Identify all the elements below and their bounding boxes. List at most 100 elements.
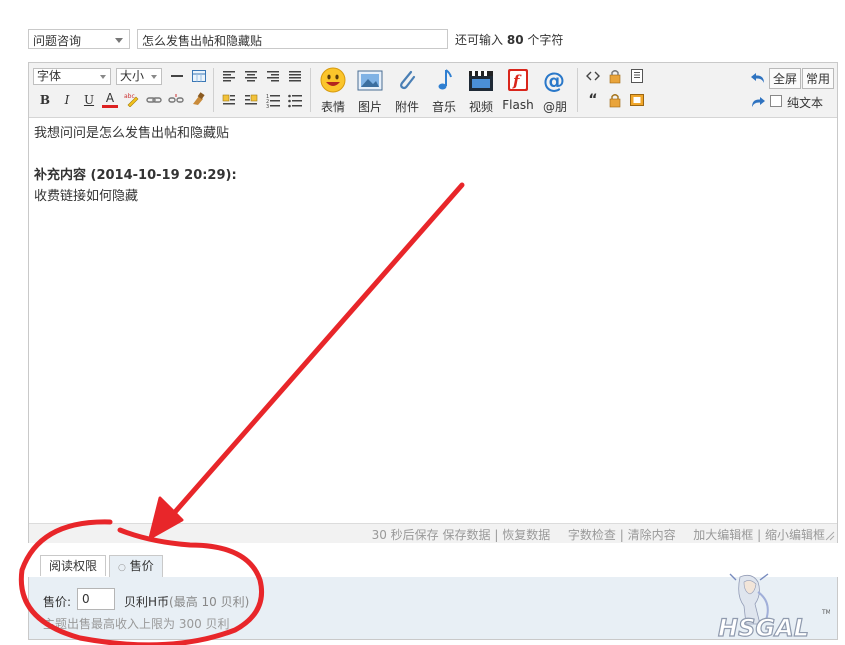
category-select[interactable]: 问题咨询: [28, 29, 130, 49]
flash-button[interactable]: f Flash: [501, 65, 535, 115]
unordered-list-icon[interactable]: [287, 92, 303, 108]
price-label: 售价:: [43, 595, 72, 609]
price-max-note: (最高 10 贝利): [169, 595, 250, 609]
restore-data-link[interactable]: 恢复数据: [502, 526, 550, 543]
content-line: 我想问问是怎么发售出帖和隐藏贴: [34, 126, 230, 141]
svg-text:@: @: [543, 69, 565, 93]
align-right-icon[interactable]: [265, 68, 281, 84]
site-logo: HSGAL TM: [717, 573, 830, 642]
clear-content-link[interactable]: 清除内容: [628, 526, 676, 543]
image-button[interactable]: 图片: [353, 65, 387, 115]
clapperboard-icon: [467, 67, 495, 93]
justify-icon[interactable]: [287, 68, 303, 84]
ordered-list-icon[interactable]: 123: [265, 92, 281, 110]
svg-text:abc: abc: [124, 93, 135, 100]
content-line: 收费链接如何隐藏: [34, 189, 139, 204]
free-content-icon[interactable]: [629, 92, 645, 108]
char-counter-count: 80: [506, 33, 524, 47]
smiley-icon: [319, 67, 347, 93]
quote-icon[interactable]: “: [585, 92, 601, 108]
music-label: 音乐: [431, 100, 456, 114]
underline-button[interactable]: U: [81, 92, 97, 108]
hide-content-icon[interactable]: [607, 68, 623, 84]
editor-content[interactable]: 我想问问是怎么发售出帖和隐藏贴 补充内容 (2014-10-19 20:29):…: [34, 123, 824, 207]
float-left-icon[interactable]: [221, 92, 237, 108]
mention-button[interactable]: @ @朋: [538, 65, 572, 115]
plaintext-label: 纯文本: [787, 96, 824, 110]
plaintext-checkbox[interactable]: [770, 95, 782, 107]
price-hint: 主题出售最高收入上限为 300 贝利: [43, 617, 230, 631]
lock-icon[interactable]: [607, 92, 623, 108]
font-select-value: 字体: [37, 69, 62, 83]
tab-sell[interactable]: ○ 售价: [109, 555, 163, 577]
font-select[interactable]: 字体: [33, 68, 111, 85]
image-label: 图片: [357, 100, 382, 114]
chevron-down-icon: [151, 75, 157, 79]
save-data-link[interactable]: 保存数据: [442, 526, 490, 543]
resize-grip-icon[interactable]: [825, 531, 835, 541]
enlarge-editor-link[interactable]: 加大编辑框: [693, 526, 753, 543]
chevron-down-icon: [100, 75, 106, 79]
status-separator: |: [757, 528, 762, 542]
emoticon-label: 表情: [320, 100, 345, 114]
table-icon[interactable]: [191, 68, 207, 84]
at-sign-icon: @: [541, 67, 569, 94]
svg-text:TM: TM: [821, 609, 830, 616]
fullscreen-button[interactable]: 全屏: [769, 68, 802, 89]
size-select-value: 大小: [120, 69, 145, 83]
music-button[interactable]: 音乐: [427, 65, 461, 115]
word-count-link[interactable]: 字数检查: [568, 526, 616, 543]
subject-value: 怎么发售出帖和隐藏贴: [142, 34, 263, 48]
status-separator: |: [619, 528, 624, 542]
common-button[interactable]: 常用: [802, 68, 835, 89]
price-unit-text: 贝利H币: [124, 595, 170, 609]
music-note-icon: [430, 67, 458, 93]
align-left-icon[interactable]: [221, 68, 237, 84]
toolbar-separator: [310, 68, 311, 112]
svg-text:HSGAL: HSGAL: [718, 614, 809, 642]
char-counter: 还可输入 80 个字符: [455, 31, 563, 48]
tab-bullet: ○: [118, 563, 126, 573]
autosave-text: 30 秒后保存: [371, 528, 439, 542]
attachment-button[interactable]: 附件: [390, 65, 424, 115]
size-select[interactable]: 大小: [116, 68, 162, 85]
price-input[interactable]: 0: [77, 588, 115, 610]
subject-input[interactable]: 怎么发售出帖和隐藏贴: [137, 29, 448, 49]
shrink-editor-link[interactable]: 缩小编辑框: [765, 526, 825, 543]
svg-text:3: 3: [266, 104, 269, 108]
link-icon[interactable]: [146, 92, 162, 108]
editor-statusbar: 30 秒后保存 保存数据 | 恢复数据 字数检查 | 清除内容 加大编辑框 | …: [29, 523, 837, 543]
highlight-icon[interactable]: abc: [124, 91, 140, 108]
font-color-button[interactable]: A: [102, 92, 118, 108]
code-icon[interactable]: [585, 68, 601, 84]
italic-button[interactable]: I: [59, 92, 75, 108]
chevron-down-icon: [115, 38, 123, 43]
tab-read-permission[interactable]: 阅读权限: [40, 555, 107, 576]
horizontal-rule-icon[interactable]: [169, 68, 185, 84]
supplement-header: 补充内容 (2014-10-19 20:29):: [34, 168, 237, 183]
status-separator: |: [494, 528, 499, 542]
float-right-icon[interactable]: [243, 92, 259, 108]
char-counter-suffix: 个字符: [527, 33, 564, 47]
flash-icon: f: [504, 67, 532, 93]
price-unit: 贝利H币(最高 10 贝利): [124, 593, 249, 610]
char-counter-prefix: 还可输入: [455, 33, 504, 47]
attachment-label: 附件: [394, 100, 419, 114]
image-icon: [356, 67, 384, 93]
clear-format-icon[interactable]: [190, 91, 206, 107]
category-select-value: 问题咨询: [33, 34, 82, 48]
tab-sell-label: 售价: [129, 559, 154, 573]
editor: 字体 大小 B I U A abc 1 2 3 表情 图片 附件 音乐 视频 f…: [28, 62, 838, 543]
redo-icon[interactable]: [750, 94, 766, 110]
bold-button[interactable]: B: [37, 92, 53, 108]
undo-icon[interactable]: [750, 70, 766, 86]
video-button[interactable]: 视频: [464, 65, 498, 115]
page-break-icon[interactable]: [629, 68, 645, 84]
flash-label: Flash: [502, 98, 534, 112]
emoticon-button[interactable]: 表情: [316, 65, 350, 115]
unlink-icon[interactable]: [168, 92, 184, 108]
video-label: 视频: [468, 100, 493, 114]
align-center-icon[interactable]: [243, 68, 259, 84]
mention-label: @朋: [542, 100, 567, 114]
editor-toolbar: 字体 大小 B I U A abc 1 2 3 表情 图片 附件 音乐 视频 f…: [29, 63, 837, 118]
